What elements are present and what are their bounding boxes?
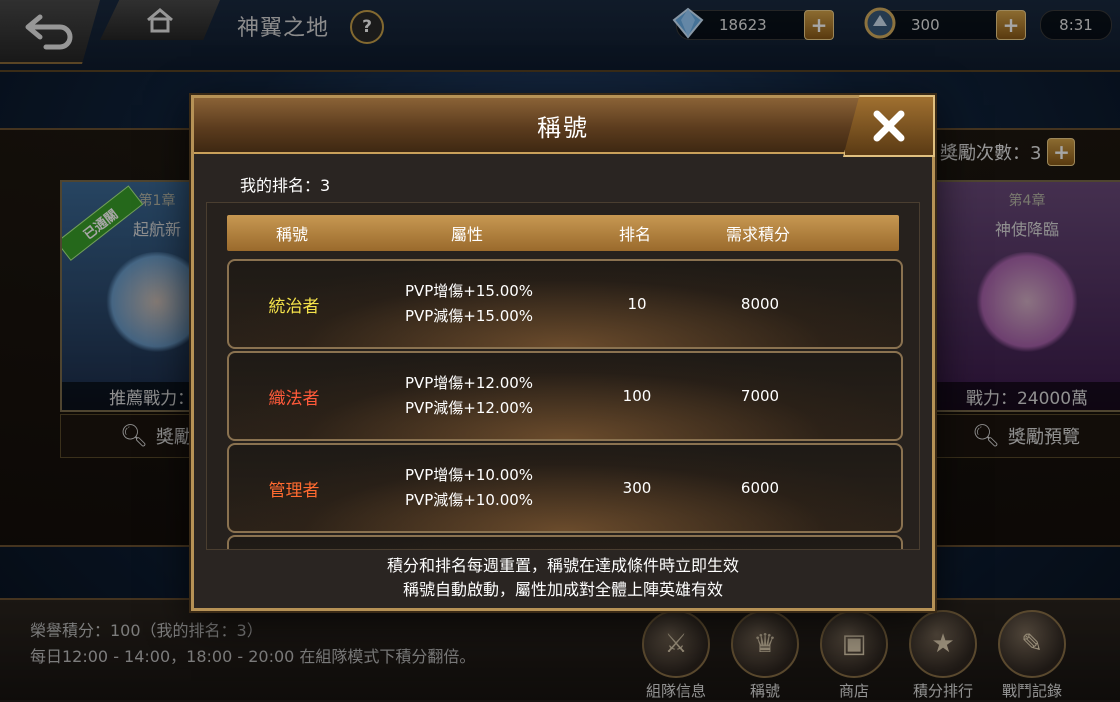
close-icon (873, 110, 905, 142)
required-points: 8000 (740, 295, 780, 313)
table-header: 稱號 屬性 排名 需求積分 (227, 215, 899, 251)
reset-note: 積分和排名每週重置，稱號在達成條件時立即生效 (386, 556, 739, 575)
title-name: 統治者 (268, 296, 320, 317)
required-rank: 10 (627, 295, 647, 313)
attr-damage-bonus: PVP增傷+12.00% (404, 374, 534, 392)
title-attributes: PVP增傷+15.00% PVP減傷+15.00% (389, 261, 549, 347)
table-row: 管理者 PVP增傷+10.00% PVP減傷+10.00% 300 6000 (227, 443, 903, 533)
title-name: 管理者 (268, 480, 320, 501)
dialog-title: 稱號 (537, 113, 589, 142)
dialog-footnote: 積分和排名每週重置，稱號在達成條件時立即生效 稱號自動啟動，屬性加成對全體上陣英… (194, 554, 932, 602)
column-header: 屬性 (450, 225, 483, 244)
attr-damage-bonus: PVP增傷+15.00% (404, 282, 534, 300)
required-points: 6000 (740, 479, 780, 497)
title-attributes: PVP增傷+12.00% PVP減傷+12.00% (389, 353, 549, 439)
attr-damage-reduction: PVP減傷+10.00% (404, 491, 534, 509)
required-points: 7000 (740, 387, 780, 405)
title-table[interactable]: 稱號 屬性 排名 需求積分 統治者 PVP增傷+15.00% PVP減傷+15.… (206, 202, 920, 550)
required-rank: 300 (622, 479, 652, 497)
column-header: 排名 (618, 225, 651, 244)
my-rank: 我的排名：3 (240, 176, 331, 195)
title-name: 織法者 (268, 388, 320, 409)
column-header: 需求積分 (725, 225, 790, 244)
activation-note: 稱號自動啟動，屬性加成對全體上陣英雄有效 (402, 580, 723, 599)
title-attributes: PVP增傷+10.00% PVP減傷+10.00% (389, 445, 549, 531)
table-row: 織法者 PVP增傷+12.00% PVP減傷+12.00% 100 7000 (227, 351, 903, 441)
column-header: 稱號 (275, 225, 308, 244)
title-dialog: 稱號 我的排名：3 稱號 屬性 排名 需求積分 統治者 PVP增傷+15.00%… (191, 95, 935, 611)
table-row: 統治者 PVP增傷+15.00% PVP減傷+15.00% 10 8000 (227, 259, 903, 349)
required-rank: 100 (622, 387, 652, 405)
attr-damage-reduction: PVP減傷+15.00% (404, 307, 534, 325)
attr-damage-bonus: PVP增傷+10.00% (404, 466, 534, 484)
attr-damage-reduction: PVP減傷+12.00% (404, 399, 534, 417)
table-row-partial (227, 535, 903, 549)
